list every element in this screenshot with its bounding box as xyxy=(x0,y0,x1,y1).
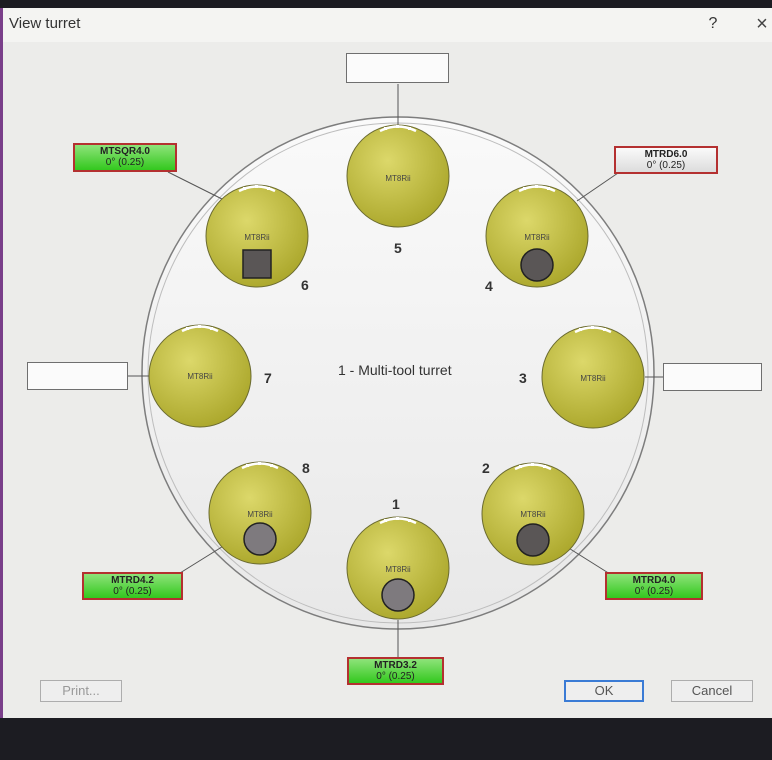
leader-line-8 xyxy=(179,544,226,574)
leader-line-2 xyxy=(566,546,611,575)
round-punch-icon xyxy=(520,248,554,282)
station-number-6: 6 xyxy=(301,277,309,293)
station-5-tool-type: MT8Rii xyxy=(385,174,411,183)
tool-name: MTRD6.0 xyxy=(644,149,688,160)
ok-button[interactable]: OK xyxy=(564,680,644,702)
tool-name: MTRD4.0 xyxy=(632,575,676,586)
tool-label-station-3[interactable] xyxy=(663,363,762,391)
tool-label-station-6[interactable]: MTSQR4.0 0° (0.25) xyxy=(73,143,177,172)
station-number-5: 5 xyxy=(394,240,402,256)
round-punch-icon xyxy=(516,523,550,557)
square-punch-icon xyxy=(242,249,272,279)
station-number-3: 3 xyxy=(519,370,527,386)
tool-angle: 0° (0.25) xyxy=(646,160,686,171)
tool-angle: 0° (0.25) xyxy=(634,586,674,597)
tool-name: MTRD3.2 xyxy=(374,660,417,671)
station-1-tool-type: MT8Rii xyxy=(385,565,411,574)
station-8-tool-type: MT8Rii xyxy=(247,510,273,519)
station-number-8: 8 xyxy=(302,460,310,476)
tool-label-station-4[interactable]: MTRD6.0 0° (0.25) xyxy=(614,146,718,174)
tool-label-station-5[interactable] xyxy=(346,53,449,83)
station-4-tool-type: MT8Rii xyxy=(524,233,550,242)
tool-label-station-8[interactable]: MTRD4.2 0° (0.25) xyxy=(82,572,183,600)
leader-line-6 xyxy=(167,171,223,200)
tool-angle: 0° (0.25) xyxy=(105,157,145,168)
print-button[interactable]: Print... xyxy=(40,680,122,702)
tool-angle: 0° (0.25) xyxy=(113,586,152,597)
tool-label-station-1[interactable]: MTRD3.2 0° (0.25) xyxy=(347,657,444,685)
tool-label-station-7[interactable] xyxy=(27,362,128,390)
station-number-1: 1 xyxy=(392,496,400,512)
round-punch-icon xyxy=(243,522,277,556)
turret-title: 1 - Multi-tool turret xyxy=(338,362,452,378)
station-6-tool-type: MT8Rii xyxy=(244,233,270,242)
cancel-button[interactable]: Cancel xyxy=(671,680,753,702)
tool-angle: 0° (0.25) xyxy=(376,671,415,682)
station-3-tool-type: MT8Rii xyxy=(580,374,606,383)
station-number-2: 2 xyxy=(482,460,490,476)
leader-line-4 xyxy=(576,172,619,202)
tool-name: MTSQR4.0 xyxy=(99,146,150,157)
station-number-4: 4 xyxy=(485,278,493,294)
station-7-tool-type: MT8Rii xyxy=(187,372,213,381)
tool-label-station-2[interactable]: MTRD4.0 0° (0.25) xyxy=(605,572,703,600)
round-punch-icon xyxy=(381,578,415,612)
tool-name: MTRD4.2 xyxy=(111,575,154,586)
station-2-tool-type: MT8Rii xyxy=(520,510,546,519)
station-number-7: 7 xyxy=(264,370,272,386)
